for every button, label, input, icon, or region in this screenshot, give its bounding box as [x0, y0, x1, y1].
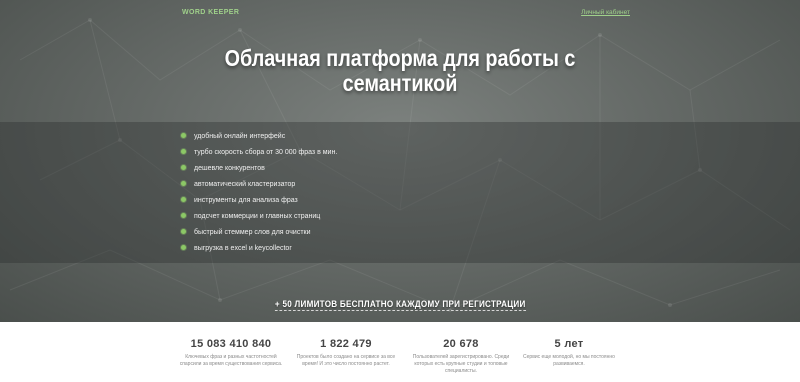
- account-link[interactable]: Личный кабинет: [581, 9, 630, 16]
- stat-value: 1 822 479: [320, 338, 372, 350]
- feature-item: дешевле конкурентов: [181, 163, 337, 179]
- stat-description-line: Сервис еще молодой, но мы постоянно: [523, 354, 615, 360]
- stat-description: Ключевых фраз и разных частотностей спар…: [166, 354, 296, 368]
- stat-description-line: Ключевых фраз и разных частотностей: [185, 354, 277, 360]
- bullet-icon: [181, 245, 186, 250]
- feature-item: автоматический кластеризатор: [181, 179, 337, 195]
- bullet-icon: [181, 133, 186, 138]
- features-list: удобный онлайн интерфейс турбо скорость …: [181, 131, 337, 259]
- bullet-icon: [181, 213, 186, 218]
- promo-link-wrapper: + 50 ЛИМИТОВ БЕСПЛАТНО КАЖДОМУ ПРИ РЕГИС…: [0, 294, 800, 312]
- title-line-2: семантикой: [342, 70, 458, 96]
- bullet-icon: [181, 149, 186, 154]
- feature-item: выгрузка в excel и keycollector: [181, 243, 337, 259]
- stat-description-line: развиваемся.: [553, 361, 585, 367]
- feature-text: подсчет коммерции и главных страниц: [194, 213, 321, 220]
- stat-value: 15 083 410 840: [190, 338, 272, 350]
- bullet-icon: [181, 165, 186, 170]
- logo[interactable]: WORD KEEPER: [182, 9, 239, 16]
- stat-projects: 1 822 479 Проектов было создано на серви…: [281, 338, 411, 368]
- feature-text: дешевле конкурентов: [194, 165, 265, 172]
- stat-description-line: время! И это число постоянно растет.: [302, 361, 390, 367]
- feature-text: удобный онлайн интерфейс: [194, 133, 286, 140]
- feature-text: выгрузка в excel и keycollector: [194, 245, 292, 252]
- bullet-icon: [181, 197, 186, 202]
- stat-years: 5 лет Сервис еще молодой, но мы постоянн…: [504, 338, 634, 368]
- feature-item: инструменты для анализа фраз: [181, 195, 337, 211]
- stats-section: 15 083 410 840 Ключевых фраз и разных ча…: [0, 322, 800, 382]
- feature-text: инструменты для анализа фраз: [194, 197, 298, 204]
- stat-description-line: Проектов было создано на сервисе за все: [296, 354, 396, 360]
- stat-phrases: 15 083 410 840 Ключевых фраз и разных ча…: [166, 338, 296, 368]
- feature-item: турбо скорость сбора от 30 000 фраз в ми…: [181, 147, 337, 163]
- feature-text: турбо скорость сбора от 30 000 фраз в ми…: [194, 149, 338, 156]
- page-title: Облачная платформа для работы с семантик…: [56, 46, 744, 96]
- promo-link[interactable]: + 50 ЛИМИТОВ БЕСПЛАТНО КАЖДОМУ ПРИ РЕГИС…: [274, 299, 526, 311]
- stat-value: 5 лет: [554, 338, 584, 350]
- stat-description: Проектов было создано на сервисе за все …: [281, 354, 411, 368]
- feature-item: подсчет коммерции и главных страниц: [181, 211, 337, 227]
- stat-description-line: специалисты.: [445, 368, 477, 374]
- feature-text: автоматический кластеризатор: [194, 181, 296, 188]
- stat-description-line: спарсили за время существования сервиса.: [179, 361, 283, 367]
- top-bar: WORD KEEPER Личный кабинет: [182, 8, 630, 22]
- feature-item: быстрый стеммер слов для очистки: [181, 227, 337, 243]
- feature-item: удобный онлайн интерфейс: [181, 131, 337, 147]
- feature-text: быстрый стеммер слов для очистки: [194, 229, 311, 236]
- features-band: [0, 122, 800, 263]
- bullet-icon: [181, 229, 186, 234]
- bullet-icon: [181, 181, 186, 186]
- hero-section: WORD KEEPER Личный кабинет Облачная плат…: [0, 0, 800, 322]
- title-line-1: Облачная платформа для работы с: [224, 45, 576, 71]
- stat-description: Сервис еще молодой, но мы постоянно разв…: [504, 354, 634, 368]
